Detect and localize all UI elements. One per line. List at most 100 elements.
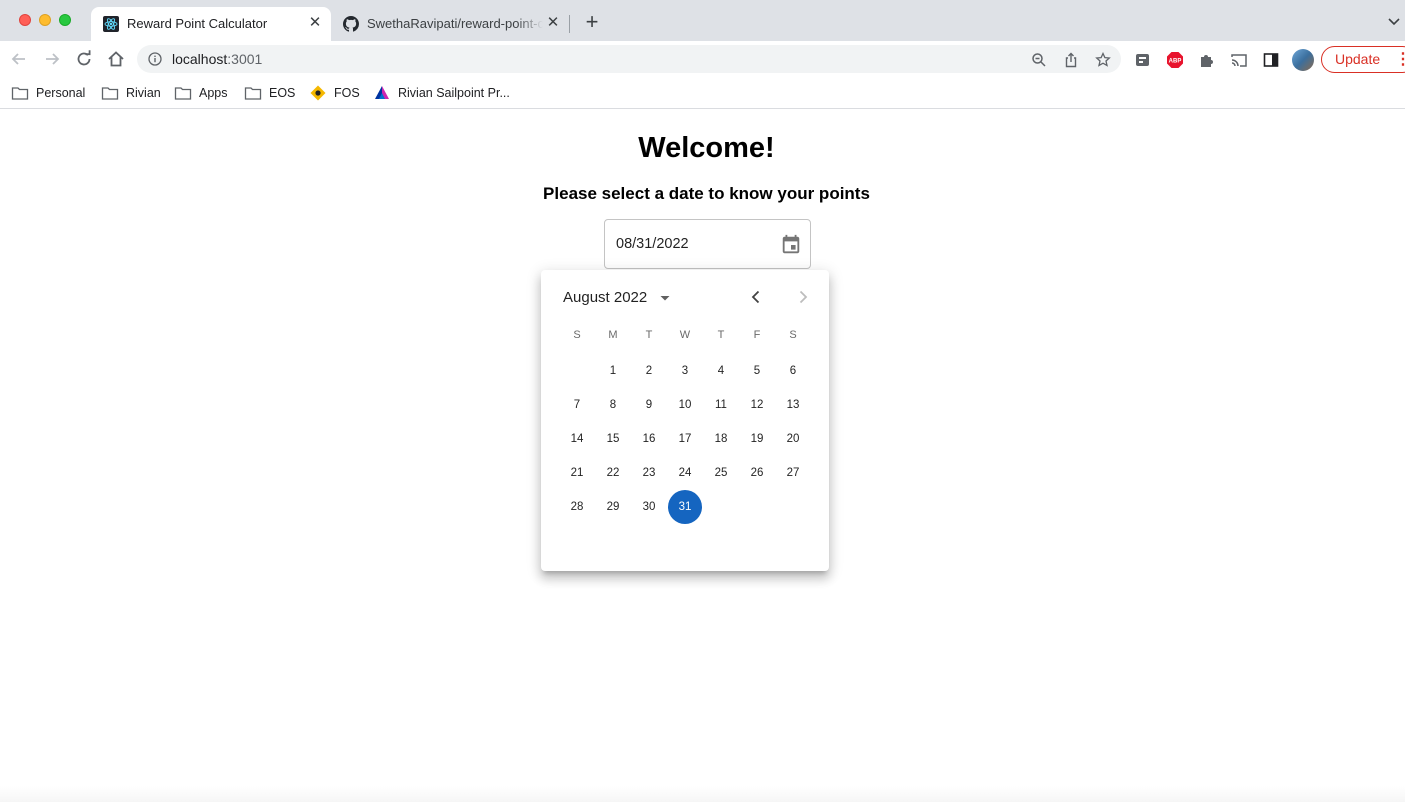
- url-text: localhost:3001: [172, 51, 262, 67]
- calendar-day[interactable]: 3: [668, 354, 702, 388]
- weekday-header-row: S M T W T F S: [559, 329, 811, 345]
- bookmark-label: Rivian Sailpoint Pr...: [398, 86, 510, 100]
- extension-cards-icon[interactable]: [1134, 51, 1152, 69]
- update-button[interactable]: Update ⋮: [1321, 46, 1405, 73]
- folder-icon: [244, 87, 262, 100]
- calendar-day[interactable]: 21: [560, 456, 594, 490]
- calendar-day[interactable]: 8: [596, 388, 630, 422]
- folder-icon: [11, 87, 29, 100]
- calendar-day[interactable]: 5: [740, 354, 774, 388]
- close-tab-icon[interactable]: ✕: [545, 15, 561, 31]
- sailpoint-logo-icon: [375, 86, 389, 99]
- url-host: localhost: [172, 51, 228, 67]
- calendar-day[interactable]: 4: [704, 354, 738, 388]
- calendar-day[interactable]: 16: [632, 422, 666, 456]
- bookmark-label: FOS: [334, 86, 360, 100]
- calendar-day[interactable]: 27: [776, 456, 810, 490]
- calendar-day[interactable]: 2: [632, 354, 666, 388]
- calendar-day[interactable]: 24: [668, 456, 702, 490]
- calendar-day[interactable]: 14: [560, 422, 594, 456]
- bookmark-label: Apps: [199, 86, 228, 100]
- date-input[interactable]: 08/31/2022: [604, 219, 811, 269]
- page-title: Welcome!: [638, 132, 775, 164]
- caret-down-icon[interactable]: [657, 290, 673, 306]
- bookmark-label: Rivian: [126, 86, 161, 100]
- calendar-day[interactable]: 15: [596, 422, 630, 456]
- calendar-day[interactable]: 20: [776, 422, 810, 456]
- calendar-month-label[interactable]: August 2022: [563, 289, 647, 306]
- next-month-button[interactable]: [793, 287, 813, 307]
- bookmark-apps[interactable]: Apps: [174, 83, 228, 103]
- calendar-day[interactable]: 11: [704, 388, 738, 422]
- tab-github-repo[interactable]: SwethaRavipati/reward-point-c ✕: [331, 7, 569, 41]
- calendar-day[interactable]: 9: [632, 388, 666, 422]
- date-input-value[interactable]: 08/31/2022: [616, 236, 689, 252]
- weekday-label: T: [717, 329, 725, 341]
- calendar-day[interactable]: 7: [560, 388, 594, 422]
- weekday-label: T: [645, 329, 653, 341]
- update-button-label: Update: [1335, 51, 1381, 67]
- url-port: :3001: [227, 51, 263, 67]
- calendar-day[interactable]: 29: [596, 490, 630, 524]
- calendar-day[interactable]: 13: [776, 388, 810, 422]
- page-bottom-edge: [0, 786, 1405, 802]
- tab-title: SwethaRavipati/reward-point-c: [367, 16, 543, 31]
- calendar-day[interactable]: 22: [596, 456, 630, 490]
- bookmark-label: Personal: [36, 86, 86, 100]
- calendar-day[interactable]: 28: [560, 490, 594, 524]
- calendar-day[interactable]: 10: [668, 388, 702, 422]
- adblock-plus-icon[interactable]: ABP: [1166, 51, 1184, 69]
- chevron-down-icon[interactable]: [1386, 13, 1402, 29]
- close-window-button[interactable]: [19, 14, 31, 26]
- new-tab-button[interactable]: +: [582, 11, 602, 33]
- calendar-day[interactable]: 6: [776, 354, 810, 388]
- weekday-label: S: [573, 329, 581, 341]
- weekday-label: S: [789, 329, 797, 341]
- svg-text:ABP: ABP: [1169, 59, 1182, 65]
- share-icon[interactable]: [1063, 52, 1079, 68]
- puzzle-icon[interactable]: [1198, 51, 1216, 69]
- address-bar[interactable]: localhost:3001: [137, 45, 1121, 73]
- browser-titlebar: Reward Point Calculator ✕ SwethaRavipati…: [0, 0, 1405, 41]
- calendar-icon[interactable]: [780, 234, 802, 256]
- bookmark-personal[interactable]: Personal: [11, 83, 85, 103]
- zoom-icon[interactable]: [1031, 52, 1047, 68]
- minimize-window-button[interactable]: [39, 14, 51, 26]
- calendar-day[interactable]: 26: [740, 456, 774, 490]
- calendar-day-selected[interactable]: 31: [668, 490, 702, 524]
- calendar-day[interactable]: 1: [596, 354, 630, 388]
- tab-reward-point-calculator[interactable]: Reward Point Calculator ✕: [91, 7, 331, 41]
- more-vertical-icon: ⋮: [1395, 51, 1405, 68]
- folder-icon: [101, 87, 119, 100]
- close-tab-icon[interactable]: ✕: [307, 15, 323, 31]
- bookmark-label: EOS: [269, 86, 296, 100]
- bookmark-rivian-sailpoint[interactable]: Rivian Sailpoint Pr...: [373, 83, 510, 103]
- calendar-day[interactable]: 23: [632, 456, 666, 490]
- zoom-window-button[interactable]: [59, 14, 71, 26]
- weekday-label: W: [679, 329, 691, 341]
- calendar-day[interactable]: 25: [704, 456, 738, 490]
- profile-avatar[interactable]: [1292, 49, 1314, 71]
- github-icon: [343, 16, 359, 32]
- tab-separator: [569, 15, 570, 33]
- star-icon[interactable]: [1095, 52, 1111, 68]
- tab-title: Reward Point Calculator: [127, 16, 268, 31]
- forward-arrow-icon[interactable]: [42, 49, 62, 69]
- cast-icon[interactable]: [1230, 51, 1248, 69]
- info-icon[interactable]: [148, 52, 162, 66]
- weekday-label: F: [753, 329, 761, 341]
- bookmark-fos[interactable]: FOS: [309, 83, 360, 103]
- calendar-day[interactable]: 18: [704, 422, 738, 456]
- previous-month-button[interactable]: [746, 287, 766, 307]
- browser-toolbar: localhost:3001 ABP Update ⋮: [0, 41, 1405, 77]
- calendar-day[interactable]: 19: [740, 422, 774, 456]
- calendar-day[interactable]: 30: [632, 490, 666, 524]
- home-icon[interactable]: [106, 49, 126, 69]
- side-panel-icon[interactable]: [1262, 51, 1280, 69]
- calendar-day[interactable]: 17: [668, 422, 702, 456]
- calendar-day[interactable]: 12: [740, 388, 774, 422]
- bookmark-rivian[interactable]: Rivian: [101, 83, 161, 103]
- bookmark-eos[interactable]: EOS: [244, 83, 295, 103]
- reload-icon[interactable]: [74, 49, 94, 69]
- back-arrow-icon[interactable]: [9, 49, 29, 69]
